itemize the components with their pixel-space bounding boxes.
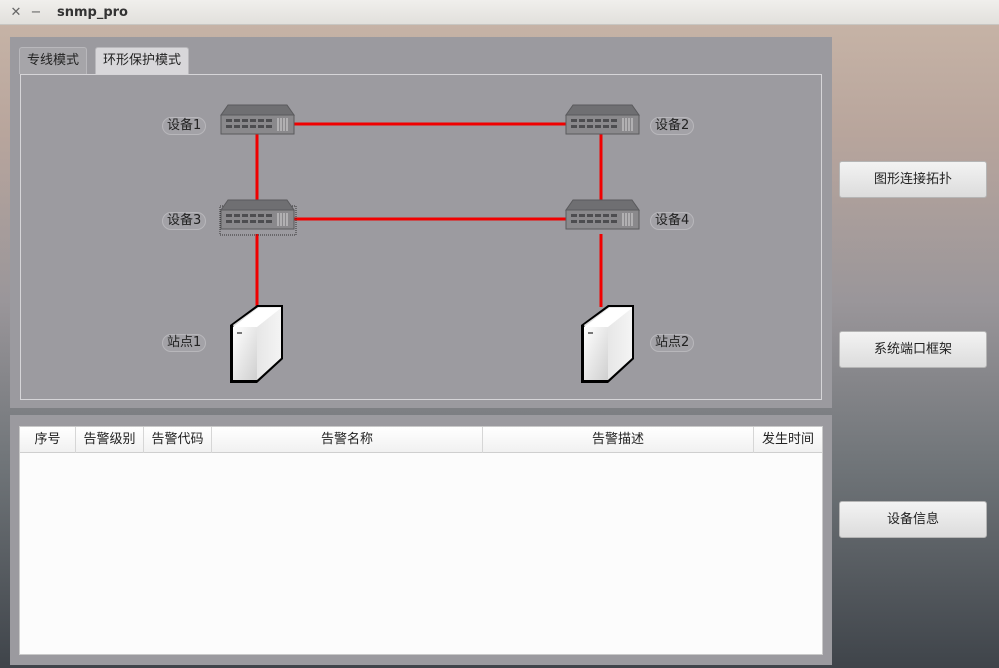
device2-label: 设备2 [650,117,695,135]
device1-label: 设备1 [162,117,207,135]
server-icon-site2[interactable] [581,305,634,383]
tab-ring-protection-mode[interactable]: 环形保护模式 [95,47,190,75]
switch-icon-device2[interactable] [565,104,640,135]
window-title: snmp_pro [57,4,128,20]
topology-panel: 专线模式 环形保护模式 设备1 设备2 设备3 设备4 站点1 站点2 [10,37,832,408]
device-info-button[interactable]: 设备信息 [839,501,987,538]
column-header-occurrence-time[interactable]: 发生时间 [754,427,822,453]
server-icon-site1[interactable] [230,305,283,383]
close-icon[interactable]: ✕ [9,5,23,20]
column-header-alarm-code[interactable]: 告警代码 [144,427,212,453]
switch-icon-device3[interactable] [220,199,295,230]
column-header-index[interactable]: 序号 [20,427,76,453]
graph-topology-button[interactable]: 图形连接拓扑 [839,161,987,198]
column-header-alarm-name[interactable]: 告警名称 [212,427,483,453]
topology-diagram [219,104,640,383]
device3-label: 设备3 [162,212,207,230]
device4-label: 设备4 [650,212,695,230]
switch-icon-device1[interactable] [220,104,295,135]
topology-canvas: 设备1 设备2 设备3 设备4 站点1 站点2 [20,74,822,400]
ring-links [255,122,603,307]
column-header-alarm-level[interactable]: 告警级别 [76,427,144,453]
tab-dedicated-line-mode[interactable]: 专线模式 [19,47,88,74]
alarm-table-header: 序号 告警级别 告警代码 告警名称 告警描述 发生时间 [20,427,822,453]
site1-label: 站点1 [162,334,207,352]
switch-icon-device4[interactable] [565,199,640,230]
alarm-table[interactable]: 序号 告警级别 告警代码 告警名称 告警描述 发生时间 [19,426,823,655]
minimize-icon[interactable]: − [29,5,43,20]
title-bar: ✕ − snmp_pro [0,0,999,25]
system-port-frame-button[interactable]: 系统端口框架 [839,331,987,368]
site2-label: 站点2 [650,334,695,352]
alarm-panel: 序号 告警级别 告警代码 告警名称 告警描述 发生时间 [10,415,832,665]
column-header-alarm-description[interactable]: 告警描述 [483,427,754,453]
